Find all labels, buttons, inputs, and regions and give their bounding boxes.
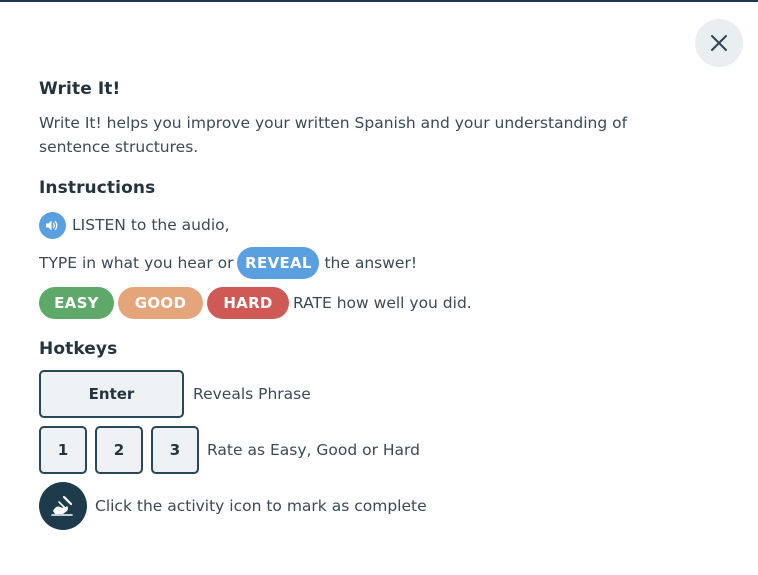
- easy-button[interactable]: EASY: [39, 287, 114, 319]
- instruction-listen: LISTEN to the audio,: [39, 211, 230, 239]
- key-2: 2: [95, 426, 143, 474]
- dialog-description: Write It! helps you improve your written…: [39, 114, 628, 156]
- instruction-rate: EASY GOOD HARD RATE how well you did.: [39, 287, 472, 319]
- speaker-icon: [46, 220, 58, 230]
- good-button[interactable]: GOOD: [118, 287, 203, 319]
- type-text: TYPE in what you hear or: [39, 254, 234, 272]
- hotkeys-heading: Hotkeys: [39, 339, 118, 359]
- key-1: 1: [39, 426, 87, 474]
- reveal-suffix-text: the answer!: [324, 254, 418, 272]
- key-3: 3: [151, 426, 199, 474]
- hotkey-activity-row: Click the activity icon to mark as compl…: [39, 481, 427, 531]
- enter-key-description: Reveals Phrase: [193, 385, 311, 403]
- activity-description: Click the activity icon to mark as compl…: [95, 497, 427, 515]
- dialog-title: Write It!: [39, 79, 121, 99]
- rate-text: RATE how well you did.: [293, 294, 472, 312]
- instructions-heading: Instructions: [39, 178, 156, 198]
- hotkey-enter-row: Enter Reveals Phrase: [39, 370, 311, 418]
- audio-button[interactable]: [39, 211, 66, 239]
- listen-text: LISTEN to the audio,: [72, 216, 230, 234]
- write-it-dialog: Write It! Write It! helps you improve yo…: [0, 0, 758, 575]
- reveal-button[interactable]: REVEAL: [237, 247, 320, 279]
- activity-icon-button[interactable]: [39, 482, 87, 530]
- number-keys-description: Rate as Easy, Good or Hard: [207, 441, 420, 459]
- hotkey-numbers-row: 1 2 3 Rate as Easy, Good or Hard: [39, 426, 420, 474]
- write-hand-icon: [51, 495, 73, 516]
- close-button[interactable]: [695, 19, 743, 67]
- hard-button[interactable]: HARD: [207, 287, 289, 319]
- close-icon: [711, 35, 727, 51]
- instruction-type: TYPE in what you hear or REVEAL the answ…: [39, 247, 417, 279]
- enter-key: Enter: [39, 370, 184, 418]
